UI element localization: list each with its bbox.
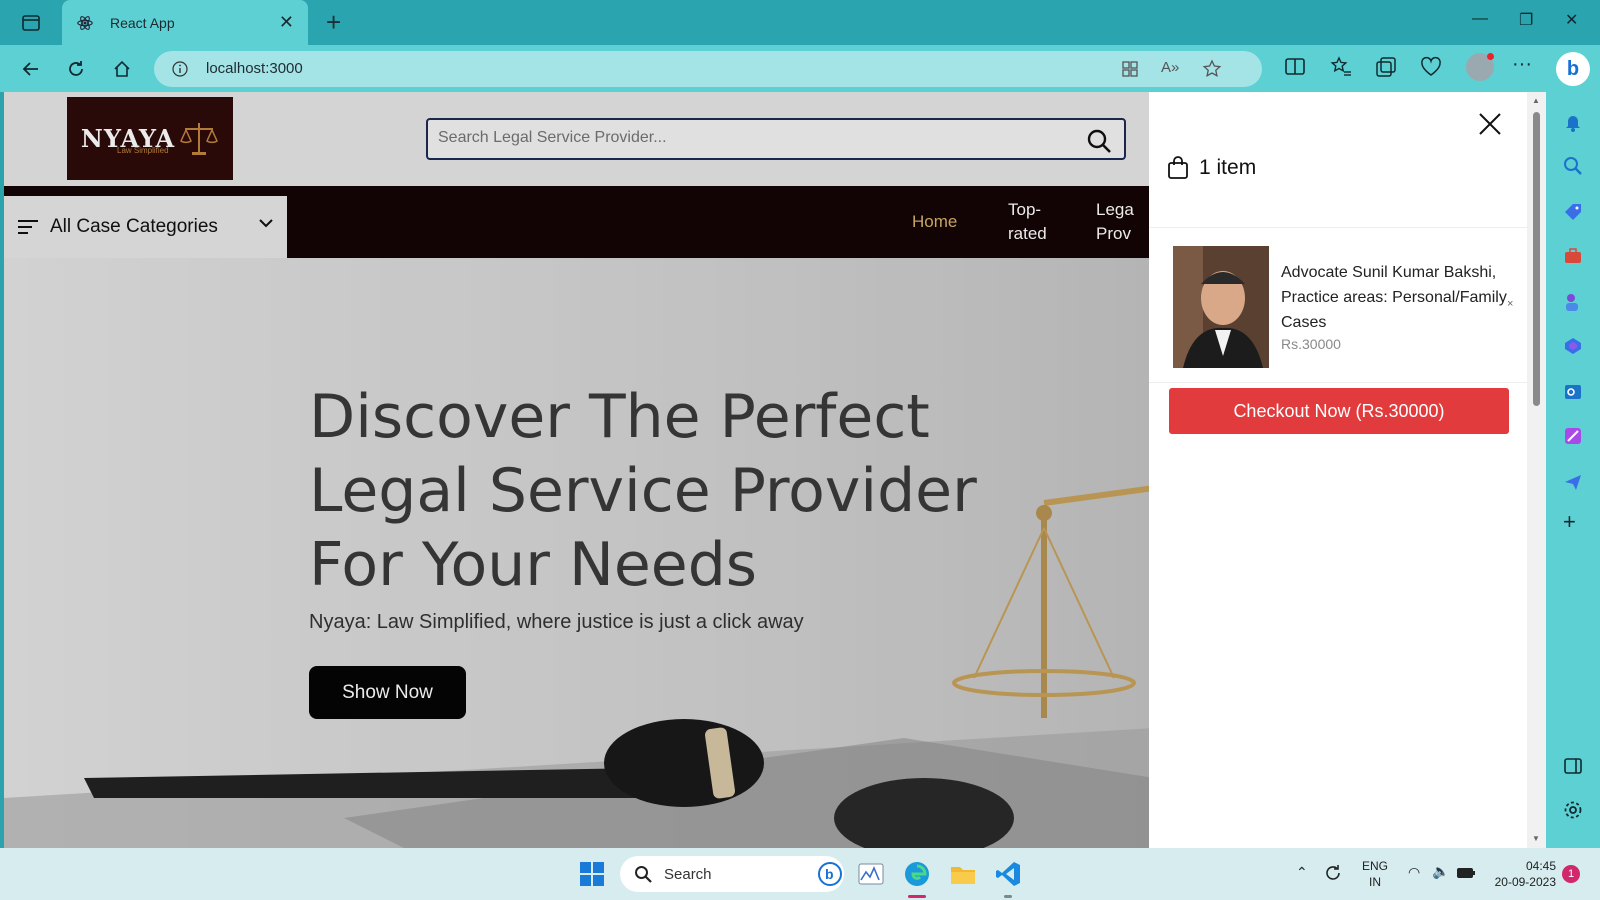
vscode-icon[interactable] (994, 860, 1022, 888)
show-now-button[interactable]: Show Now (309, 666, 466, 719)
taskbar-search[interactable]: Search (620, 856, 844, 892)
scales-icon (180, 122, 219, 155)
case-categories-dropdown[interactable]: All Case Categories (4, 196, 287, 258)
microsoft-365-icon[interactable] (1563, 336, 1583, 356)
browser-toolbar: localhost:3000 A» ··· (0, 45, 1600, 92)
battery-icon[interactable] (1456, 864, 1476, 882)
windows-taskbar: Search b ⌃ ENG IN ◠ 🔈 04:45 20-09-2023 1 (0, 848, 1600, 900)
tab-close-icon[interactable]: ✕ (279, 12, 294, 33)
edge-browser-icon[interactable] (903, 860, 931, 888)
url-text: localhost:3000 (206, 60, 303, 77)
app-available-icon[interactable] (1120, 59, 1140, 79)
cart-item-price: Rs.30000 (1281, 336, 1341, 352)
site-info-icon[interactable] (172, 61, 188, 77)
bing-chat-icon[interactable]: b (816, 860, 844, 888)
home-icon[interactable] (108, 55, 136, 83)
minimize-icon[interactable]: — (1472, 10, 1488, 28)
clock-time: 04:45 (1525, 859, 1556, 873)
close-window-icon[interactable]: ✕ (1565, 10, 1578, 30)
windows-start-icon[interactable] (578, 860, 606, 888)
collections-icon[interactable] (1375, 56, 1397, 78)
case-categories-label: All Case Categories (50, 216, 218, 237)
search-icon[interactable] (1086, 128, 1112, 154)
file-explorer-icon[interactable] (949, 860, 977, 888)
new-tab-icon[interactable]: + (326, 9, 341, 35)
refresh-icon[interactable] (62, 55, 90, 83)
designer-icon[interactable] (1563, 426, 1583, 446)
nyaya-logo[interactable]: NYAYA Law Simplified (67, 97, 233, 180)
task-manager-icon[interactable] (857, 860, 885, 888)
outlook-icon[interactable] (1563, 382, 1583, 402)
language-indicator[interactable]: ENG IN (1362, 858, 1388, 890)
browser-tab[interactable]: React App ✕ (62, 0, 308, 45)
provider-search[interactable] (426, 118, 1126, 160)
hide-sidebar-icon[interactable] (1563, 756, 1583, 776)
show-hidden-icons-icon[interactable]: ⌃ (1296, 864, 1308, 880)
shopping-bag-icon (1168, 156, 1188, 179)
advocate-photo (1173, 246, 1269, 368)
cart-header: 1 item (1167, 156, 1256, 180)
clock[interactable]: 04:45 20-09-2023 (1488, 858, 1556, 890)
shopping-tag-icon[interactable] (1563, 202, 1583, 222)
browser-titlebar: React App ✕ + — ❐ ✕ (0, 0, 1600, 45)
nav-legal-providers[interactable]: Lega Prov (1096, 198, 1134, 246)
tools-icon[interactable] (1563, 246, 1583, 266)
address-bar[interactable]: localhost:3000 A» (154, 51, 1262, 87)
tab-actions-icon[interactable] (10, 9, 52, 37)
remove-item-icon[interactable]: × (1507, 298, 1513, 310)
taskbar-search-icon (635, 866, 652, 883)
nav-home[interactable]: Home (912, 210, 957, 234)
hero-subtitle: Nyaya: Law Simplified, where justice is … (309, 611, 804, 633)
favorites-icon[interactable] (1330, 56, 1352, 78)
send-icon[interactable] (1563, 472, 1583, 492)
read-aloud-icon[interactable]: A» (1161, 59, 1179, 76)
taskbar-search-label: Search (664, 865, 712, 883)
drawer-scrollbar[interactable]: ▲ ▼ (1527, 92, 1546, 848)
cart-item-name: Advocate Sunil Kumar Bakshi, Practice ar… (1281, 264, 1507, 331)
scroll-down-icon[interactable]: ▼ (1532, 834, 1540, 843)
divider (1149, 227, 1529, 228)
svg-text:b: b (825, 866, 834, 882)
react-icon (77, 15, 93, 30)
copilot-icon[interactable]: b (1556, 52, 1590, 86)
cart-item: Advocate Sunil Kumar Bakshi, Practice ar… (1173, 246, 1523, 368)
edge-sidebar: + (1546, 92, 1600, 848)
favorite-star-icon[interactable] (1202, 59, 1222, 79)
games-icon[interactable] (1563, 292, 1583, 312)
browser-essentials-icon[interactable] (1420, 56, 1442, 78)
profile-notification-dot (1487, 53, 1494, 60)
divider (1149, 382, 1529, 383)
clock-date: 20-09-2023 (1494, 875, 1556, 889)
settings-gear-icon[interactable] (1563, 800, 1583, 820)
back-icon[interactable] (17, 55, 45, 83)
more-menu-icon[interactable]: ··· (1512, 53, 1532, 76)
add-sidebar-app-icon[interactable]: + (1563, 511, 1583, 533)
cart-count: 1 item (1199, 156, 1257, 179)
notification-bell-icon[interactable] (1563, 112, 1583, 132)
sidebar-search-icon[interactable] (1563, 156, 1583, 176)
scrollbar-thumb[interactable] (1533, 112, 1540, 406)
notification-badge[interactable]: 1 (1562, 865, 1580, 883)
wifi-icon[interactable]: ◠ (1408, 864, 1420, 880)
chevron-down-icon (259, 219, 273, 228)
split-screen-icon[interactable] (1284, 56, 1306, 78)
hero-title: Discover The Perfect Legal Service Provid… (309, 382, 977, 600)
scroll-up-icon[interactable]: ▲ (1532, 96, 1540, 105)
running-app-indicator (1004, 895, 1012, 898)
nav-top-rated[interactable]: Top- rated (1008, 198, 1047, 246)
active-app-indicator (908, 895, 926, 898)
menu-lines-icon (18, 220, 38, 234)
cart-drawer: 1 item Advocate Sunil Kumar Bakshi, Prac… (1149, 92, 1546, 848)
restore-icon[interactable]: ❐ (1519, 10, 1533, 30)
close-icon[interactable] (1478, 112, 1502, 136)
tab-title: React App (110, 14, 175, 31)
volume-icon[interactable]: 🔈 (1432, 863, 1449, 879)
checkout-button[interactable]: Checkout Now (Rs.30000) (1169, 388, 1509, 434)
sync-icon[interactable] (1322, 862, 1344, 884)
search-input[interactable] (438, 129, 1058, 147)
